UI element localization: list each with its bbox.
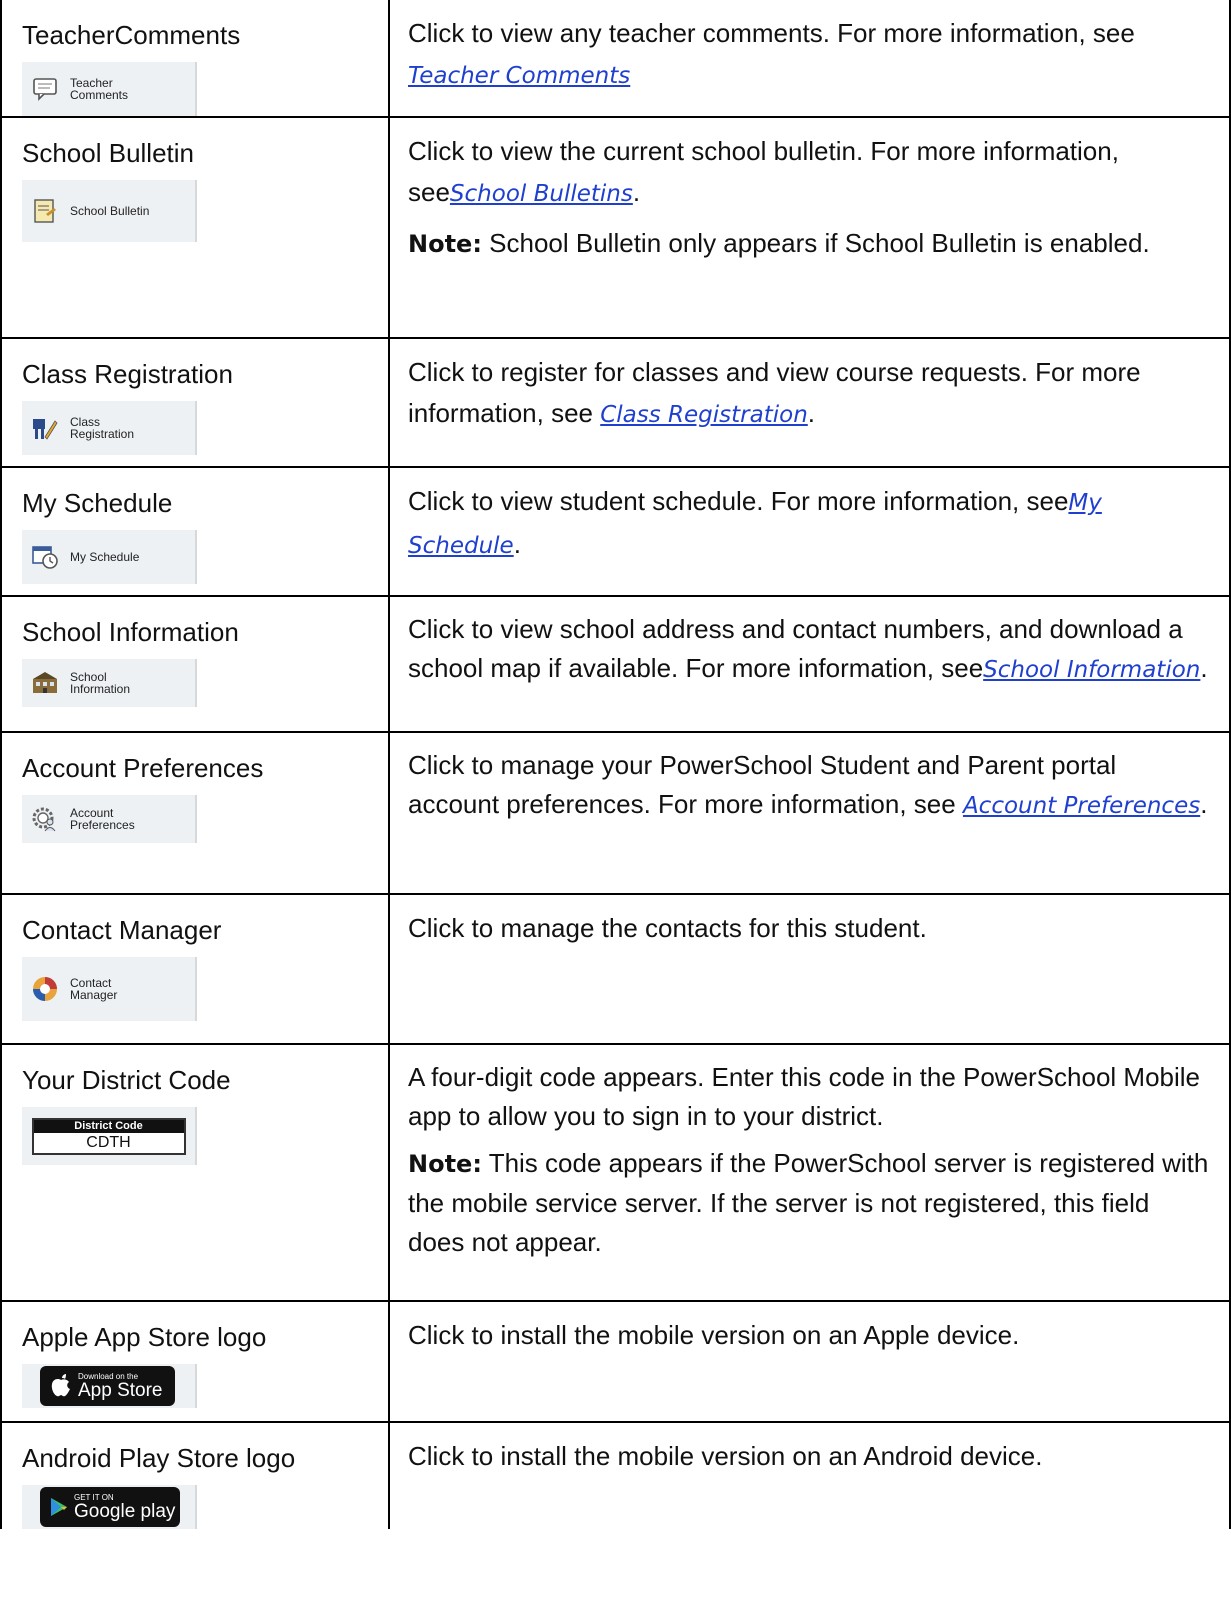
description-cell: Click to view any teacher comments. For …: [388, 0, 1231, 118]
thumb-label: School Bulletin: [70, 204, 150, 218]
feature-cell: Apple App Store logo Download on the App…: [0, 1300, 390, 1423]
feature-cell: Class Registration Class Registration: [0, 337, 390, 468]
description: Click to view the current school bulleti…: [408, 136, 1150, 258]
description: Click to manage your PowerSchool Student…: [408, 750, 1208, 819]
thumb-label: School Information: [70, 670, 131, 696]
table-row: School Information School Information Cl…: [0, 595, 1231, 733]
feature-cell: School Information School Information: [0, 595, 390, 733]
comment-icon: [30, 74, 60, 104]
description: Click to view school address and contact…: [408, 614, 1208, 683]
table-row: Apple App Store logo Download on the App…: [0, 1300, 1231, 1423]
feature-cell: Your District Code District Code CDTH: [0, 1043, 390, 1302]
district-code-value: CDTH: [86, 1133, 131, 1151]
table-row: Android Play Store logo GET IT ON Google…: [0, 1421, 1231, 1529]
contact-manager-button[interactable]: Contact Manager: [22, 957, 197, 1021]
teacher-comments-link[interactable]: Teacher Comments: [408, 63, 630, 89]
account-gear-icon: [30, 804, 60, 834]
description-cell: Click to view the current school bulleti…: [388, 116, 1231, 339]
thumb-label: My Schedule: [70, 550, 140, 564]
feature-title: Class Registration: [22, 359, 233, 389]
class-registration-button[interactable]: Class Registration: [22, 401, 197, 455]
thumb-label: Teacher Comments: [70, 76, 129, 102]
district-code-display: District Code CDTH: [22, 1107, 197, 1165]
feature-title: Contact Manager: [22, 915, 222, 945]
account-preferences-link[interactable]: Account Preferences: [963, 793, 1200, 819]
description-cell: Click to view school address and contact…: [388, 595, 1231, 733]
store-big-text: Google play: [74, 1500, 176, 1522]
description: Click to install the mobile version on a…: [408, 1441, 1043, 1471]
description-cell: Click to install the mobile version on a…: [388, 1421, 1231, 1529]
feature-cell: My Schedule My Schedule: [0, 466, 390, 597]
registration-icon: [30, 413, 60, 443]
feature-table: TeacherComments Teacher Comments Click t…: [0, 0, 1231, 1529]
teacher-comments-button[interactable]: Teacher Comments: [22, 62, 197, 115]
school-information-button[interactable]: School Information: [22, 659, 197, 707]
description: Click to view student schedule. For more…: [408, 486, 1102, 559]
description: Click to view any teacher comments. For …: [408, 13, 1228, 97]
description-text: Click to view any teacher comments. For …: [408, 18, 1135, 48]
feature-cell: Android Play Store logo GET IT ON Google…: [0, 1421, 390, 1529]
table-row: Account Preferences Account Preferences …: [0, 731, 1231, 895]
feature-cell: Account Preferences Account Preferences: [0, 731, 390, 895]
description: Click to install the mobile version on a…: [408, 1320, 1020, 1350]
apple-icon: [50, 1374, 72, 1398]
thumb-label: Contact Manager: [70, 976, 118, 1002]
district-code-header: District Code: [33, 1119, 184, 1133]
table-row: Class Registration Class Registration Cl…: [0, 337, 1231, 468]
table-row: Your District Code District Code CDTH A …: [0, 1043, 1231, 1302]
thumb-label: Account Preferences: [70, 806, 135, 832]
school-bulletins-link[interactable]: School Bulletins: [450, 181, 633, 207]
feature-title: TeacherComments: [22, 20, 241, 50]
feature-title: Account Preferences: [22, 753, 264, 783]
bulletin-icon: [30, 196, 60, 226]
description: Click to register for classes and view c…: [408, 357, 1141, 428]
contact-manager-icon: [30, 974, 60, 1004]
feature-cell: School Bulletin School Bulletin: [0, 116, 390, 339]
app-store-thumb: Download on the App Store: [22, 1364, 197, 1408]
table-row: My Schedule My Schedule Click to view st…: [0, 466, 1231, 597]
school-information-link[interactable]: School Information: [983, 657, 1200, 683]
description: A four-digit code appears. Enter this co…: [408, 1062, 1209, 1257]
description-cell: A four-digit code appears. Enter this co…: [388, 1043, 1231, 1302]
app-store-badge[interactable]: Download on the App Store: [40, 1366, 175, 1406]
feature-title: My Schedule: [22, 488, 173, 518]
feature-title: Your District Code: [22, 1065, 231, 1095]
account-preferences-button[interactable]: Account Preferences: [22, 795, 197, 843]
description: Click to manage the contacts for this st…: [408, 913, 927, 943]
feature-title: School Information: [22, 617, 239, 647]
table-row: School Bulletin School Bulletin Click to…: [0, 116, 1231, 339]
my-schedule-button[interactable]: My Schedule: [22, 530, 197, 584]
feature-cell: TeacherComments Teacher Comments: [0, 0, 390, 118]
thumb-label: Class Registration: [70, 415, 135, 441]
play-store-thumb: GET IT ON Google play: [22, 1485, 197, 1529]
school-bulletin-button[interactable]: School Bulletin: [22, 180, 197, 242]
district-code-box: District Code CDTH: [31, 1117, 186, 1155]
table-row: TeacherComments Teacher Comments Click t…: [0, 0, 1231, 118]
description-cell: Click to manage the contacts for this st…: [388, 893, 1231, 1045]
table-row: Contact Manager Contact Manager Click to…: [0, 893, 1231, 1045]
description-cell: Click to register for classes and view c…: [388, 337, 1231, 468]
play-store-badge[interactable]: GET IT ON Google play: [40, 1487, 180, 1527]
note-label: Note:: [408, 1150, 482, 1178]
description-cell: Click to view student schedule. For more…: [388, 466, 1231, 597]
description-cell: Click to manage your PowerSchool Student…: [388, 731, 1231, 895]
note-label: Note:: [408, 230, 482, 258]
feature-title: Android Play Store logo: [22, 1443, 296, 1473]
schedule-icon: [30, 542, 60, 572]
description-cell: Click to install the mobile version on a…: [388, 1300, 1231, 1423]
school-building-icon: [30, 668, 60, 698]
feature-cell: Contact Manager Contact Manager: [0, 893, 390, 1045]
play-icon: [50, 1497, 68, 1517]
store-big-text: App Store: [78, 1379, 163, 1401]
class-registration-link[interactable]: Class Registration: [600, 402, 808, 428]
feature-title: School Bulletin: [22, 138, 194, 168]
feature-title: Apple App Store logo: [22, 1322, 267, 1352]
